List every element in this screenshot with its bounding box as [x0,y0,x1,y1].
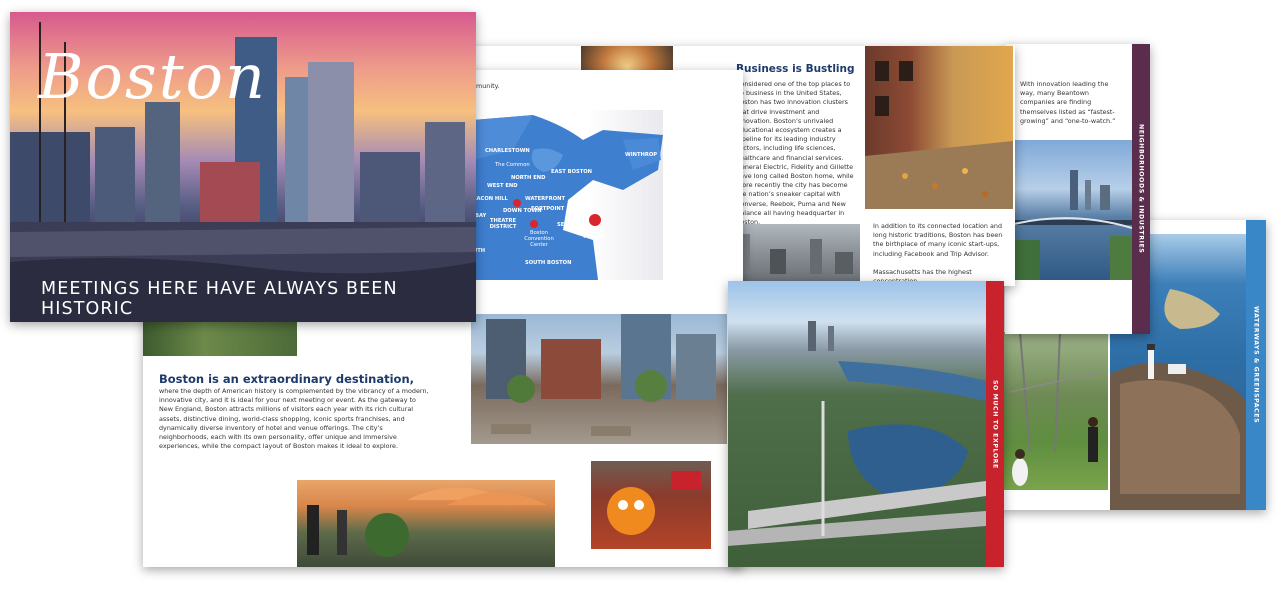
chinatown-dragon-photo [591,461,711,549]
neighborhoods-text: With innovation leading the way, many Be… [1020,80,1116,125]
map-label-common: The Common [495,162,530,168]
map-label-north-end: NORTH END [511,175,546,181]
business-text-2: In addition to its connected location an… [873,222,1003,258]
map-label-fortpoint: FORTPOINT [531,206,565,212]
dragon-graphic [607,471,701,535]
map-label-winthrop: WINTHROP [625,152,658,158]
cover-page: Boston MEETINGS HERE HAVE ALWAYS BEEN HI… [10,12,476,322]
intro-text: where the depth of American history is c… [159,387,429,451]
cafe-street-photo [297,480,555,567]
cover-tagline: MEETINGS HERE HAVE ALWAYS BEEN HISTORIC [41,279,398,319]
map-label-seaport: SEAPORT [557,222,584,228]
map-label-east-boston: EAST BOSTON [551,169,593,175]
plaza-graphic [486,314,716,436]
playground-photo [1000,332,1108,490]
neighborhoods-tab: NEIGHBORHOODS & INDUSTRIES [1132,44,1150,334]
map-label-convention: Boston Convention Center [524,230,554,248]
map-graphic [473,115,663,280]
map-label-waterfront: WATERFRONT [525,196,566,202]
explore-tab-label: SO MUCH TO EXPLORE [991,379,999,469]
aerial-river-photo [728,281,986,567]
neighborhood-map: CHARLESTOWN The Common NORTH END WEST EN… [473,110,663,280]
map-label-logan: Logan Airport [583,228,605,240]
map-label-bay: BAY [475,213,487,219]
cobblestone-street-photo [865,46,1013,209]
waterways-tab-label: WATERWAYS & GREENSPACES [1252,306,1260,424]
street-graphic [865,61,1013,209]
map-label-theatre: THEATRE DISTRICT [489,218,517,230]
intro-fragment: munity. [476,82,500,90]
waterways-tab: WATERWAYS & GREENSPACES [1246,220,1266,510]
map-label-south-boston: SOUTH BOSTON [525,260,572,266]
neighborhoods-page: With innovation leading the way, many Be… [1005,44,1150,334]
intro-heading: Boston is an extraordinary destination, [159,372,415,386]
explore-tab: SO MUCH TO EXPLORE [986,281,1004,567]
river-skyline-photo [1010,140,1132,280]
river-graphic [1010,170,1132,280]
cover-script-title: Boston [38,40,267,113]
playground-graphic [1009,332,1101,486]
small-green-photo [143,320,297,356]
business-text: Considered one of the top places to do b… [736,80,854,227]
map-label-charlestown: CHARLESTOWN [485,148,530,154]
neighborhoods-tab-label: NEIGHBORHOODS & INDUSTRIES [1137,124,1145,254]
aerial-graphic [728,321,986,546]
business-heading: Business is Bustling [736,63,855,75]
map-label-west-end: WEST END [487,183,518,189]
plaza-photo [471,314,727,444]
explore-page: SO MUCH TO EXPLORE [728,281,1004,567]
cafe-graphic [307,487,547,557]
map-label-beacon-hill: EACON HILL [473,196,508,202]
